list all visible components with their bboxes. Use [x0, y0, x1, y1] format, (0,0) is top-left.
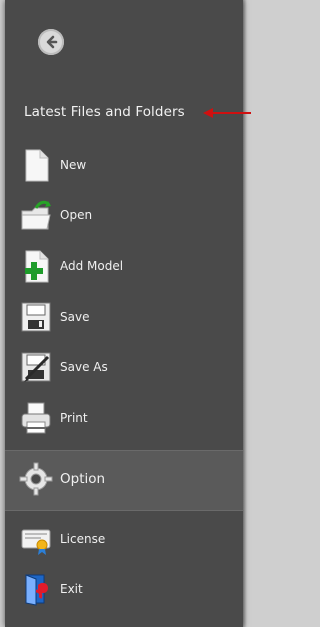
menu-item-save[interactable]: Save	[18, 297, 218, 337]
open-folder-icon	[18, 197, 54, 233]
menu-item-label: New	[60, 158, 87, 172]
menu-item-license[interactable]: License	[18, 519, 218, 559]
latest-files-and-folders-title[interactable]: Latest Files and Folders	[24, 104, 185, 120]
menu-item-save-as[interactable]: Save As	[18, 347, 218, 387]
menu-item-add-model[interactable]: Add Model	[18, 246, 218, 286]
new-document-icon	[18, 147, 54, 183]
menu-item-label: License	[60, 532, 106, 546]
menu-item-open[interactable]: Open	[18, 195, 218, 235]
menu-item-label: Add Model	[60, 259, 124, 273]
save-as-icon	[18, 349, 54, 385]
printer-icon	[18, 400, 54, 436]
menu-item-print[interactable]: Print	[18, 398, 218, 438]
menu-item-label: Exit	[60, 582, 83, 596]
menu-item-label: Print	[60, 411, 88, 425]
exit-door-icon	[18, 571, 54, 607]
menu-item-label: Save	[60, 310, 90, 324]
menu-item-exit[interactable]: Exit	[18, 569, 218, 609]
back-arrow-icon	[46, 35, 58, 49]
gear-icon	[18, 461, 54, 497]
add-model-icon	[18, 248, 54, 284]
annotation-arrow-icon	[203, 108, 251, 118]
license-certificate-icon	[18, 521, 54, 557]
menu-item-new[interactable]: New	[18, 145, 218, 185]
menu-item-label: Open	[60, 208, 93, 222]
menu-item-label: Option	[60, 471, 106, 487]
menu-item-label: Save As	[60, 360, 108, 374]
back-button[interactable]	[38, 29, 64, 55]
save-icon	[18, 299, 54, 335]
menu-item-option[interactable]: Option	[18, 459, 218, 499]
